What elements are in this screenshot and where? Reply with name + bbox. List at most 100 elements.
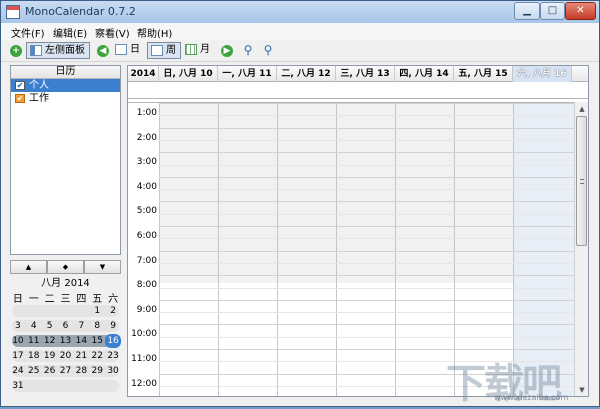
calendar-item-work[interactable]: ✔ 工作 <box>11 92 120 105</box>
menu-view[interactable]: 察看(V) <box>95 25 130 40</box>
weekday-label: 六 <box>108 294 119 305</box>
mini-calendar-day[interactable]: 17 <box>10 349 26 363</box>
zoom-out-icon[interactable]: ⚲ <box>241 43 255 57</box>
mini-calendar-day[interactable]: 15 <box>89 334 105 348</box>
mini-calendar-week: 31 <box>10 379 121 393</box>
mini-calendar-day[interactable]: 16 <box>105 334 121 348</box>
mini-calendar-day[interactable]: 25 <box>26 364 42 378</box>
previous-month-button[interactable]: ▲ <box>10 260 47 274</box>
scroll-up-icon[interactable]: ▲ <box>576 103 588 115</box>
mini-calendar-day[interactable]: 26 <box>42 364 58 378</box>
mini-calendar-day[interactable]: 18 <box>26 349 42 363</box>
mini-calendar-day[interactable]: 20 <box>58 349 74 363</box>
zoom-in-icon[interactable]: ⚲ <box>261 43 275 57</box>
mini-calendar-day[interactable]: 8 <box>89 319 105 333</box>
mini-calendar-week: 3456789 <box>10 319 121 333</box>
mini-calendar-day[interactable]: 7 <box>73 319 89 333</box>
hour-label: 10:00 <box>131 329 157 340</box>
half-hour-gridline <box>159 238 574 240</box>
half-hour-gridline <box>159 164 574 166</box>
mini-calendar-day[interactable]: 12 <box>42 334 58 348</box>
month-view-button[interactable]: 月 <box>182 42 214 59</box>
mini-calendar-day[interactable]: 19 <box>42 349 58 363</box>
close-button[interactable]: ✕ <box>565 2 596 20</box>
previous-arrow-icon[interactable]: ◀ <box>97 45 109 57</box>
panel-icon <box>30 45 42 56</box>
scroll-thumb[interactable] <box>576 116 587 246</box>
hour-gridline <box>159 324 574 326</box>
mini-calendar-day[interactable]: 30 <box>105 364 121 378</box>
menu-edit[interactable]: 编辑(E) <box>53 25 87 40</box>
day-header[interactable]: 二, 八月 12 <box>277 66 336 82</box>
calendar-item-label: 工作 <box>29 93 49 104</box>
mini-calendar-day[interactable]: 9 <box>105 319 121 333</box>
mini-calendar-day[interactable]: 31 <box>10 379 26 393</box>
mini-calendar-week: 24 25 26 27 28 29 30 <box>10 364 121 378</box>
mini-calendar-day[interactable]: 6 <box>58 319 74 333</box>
mini-calendar-day <box>26 304 42 318</box>
half-hour-gridline <box>159 262 574 264</box>
week-view: 2014 日, 八月 10 一, 八月 11 二, 八月 12 三, 八月 13… <box>127 65 589 397</box>
day-header[interactable]: 一, 八月 11 <box>218 66 277 82</box>
mini-calendar-day[interactable]: 23 <box>105 349 121 363</box>
next-month-button[interactable]: ▼ <box>84 260 121 274</box>
mini-calendar-day[interactable]: 1 <box>89 304 105 318</box>
day-view-button[interactable]: 日 <box>112 42 144 59</box>
title-bar[interactable]: MonoCalendar 0.7.2 ▁ □ ✕ <box>1 1 599 23</box>
week-view-button[interactable]: 周 <box>147 42 181 59</box>
mini-calendar-day[interactable]: 28 <box>73 364 89 378</box>
watermark: 下载吧 www.xiazaiba.com <box>446 351 596 407</box>
left-panel-toggle-button[interactable]: 左侧面板 <box>26 42 90 59</box>
day-header-today[interactable]: 六, 八月 16 <box>513 66 572 82</box>
app-window: MonoCalendar 0.7.2 ▁ □ ✕ 文件(F) 编辑(E) 察看(… <box>0 0 600 407</box>
day-header[interactable]: 五, 八月 15 <box>454 66 513 82</box>
mini-calendar-day[interactable]: 14 <box>73 334 89 348</box>
day-header[interactable]: 四, 八月 14 <box>395 66 454 82</box>
toolbar: + 左侧面板 ◀ 日 周 月 ▶ ⚲ ⚲ <box>1 40 599 62</box>
next-arrow-icon[interactable]: ▶ <box>221 45 233 57</box>
mini-calendar-day <box>10 304 26 318</box>
mini-calendar-day <box>73 304 89 318</box>
checkbox-icon[interactable]: ✔ <box>15 81 25 90</box>
calendar-item-label: 个人 <box>29 80 49 91</box>
all-day-row[interactable] <box>128 83 588 99</box>
checkbox-icon[interactable]: ✔ <box>15 94 25 103</box>
calendar-item-personal[interactable]: ✔ 个人 <box>11 79 120 92</box>
month-view-label: 月 <box>200 44 210 55</box>
week-header: 2014 日, 八月 10 一, 八月 11 二, 八月 12 三, 八月 13… <box>128 66 588 82</box>
half-hour-gridline <box>159 189 574 191</box>
mini-calendar-day[interactable]: 21 <box>73 349 89 363</box>
mini-calendar-day[interactable]: 11 <box>26 334 42 348</box>
mini-calendar-day[interactable]: 10 <box>10 334 26 348</box>
mini-calendar-day[interactable]: 24 <box>10 364 26 378</box>
today-button[interactable]: ◆ <box>47 260 84 274</box>
half-hour-gridline <box>159 213 574 215</box>
hour-label: 7:00 <box>136 255 157 266</box>
hour-label: 11:00 <box>131 354 157 364</box>
day-view-label: 日 <box>130 44 140 55</box>
maximize-button[interactable]: □ <box>540 2 565 20</box>
mini-calendar-day[interactable]: 4 <box>26 319 42 333</box>
mini-calendar-day[interactable]: 5 <box>42 319 58 333</box>
hour-label: 9:00 <box>136 304 157 315</box>
minimize-button[interactable]: ▁ <box>514 2 540 20</box>
hour-label: 6:00 <box>136 231 157 241</box>
mini-calendar-week: 17 18 19 20 21 22 23 <box>10 349 121 363</box>
menu-help[interactable]: 帮助(H) <box>137 25 172 40</box>
half-hour-gridline <box>159 115 574 117</box>
hour-gridline <box>159 201 574 203</box>
mini-calendar-day[interactable]: 3 <box>10 319 26 333</box>
add-event-icon[interactable]: + <box>10 45 22 57</box>
hour-label: 2:00 <box>136 132 157 143</box>
weekday-label: 二 <box>44 294 55 305</box>
mini-calendar-day[interactable]: 29 <box>89 364 105 378</box>
mini-calendar-day[interactable]: 13 <box>58 334 74 348</box>
mini-calendar-day[interactable]: 27 <box>58 364 74 378</box>
mini-calendar-day <box>42 304 58 318</box>
day-header[interactable]: 三, 八月 13 <box>336 66 395 82</box>
menu-file[interactable]: 文件(F) <box>11 25 45 40</box>
day-header[interactable]: 日, 八月 10 <box>159 66 218 82</box>
mini-calendar-day[interactable]: 2 <box>105 304 121 318</box>
mini-calendar-weeks: 1 2 3 4 5 6 7 8 9 10 11 12 13 14 15 16 17 18 19 20 21 22 23 24 2… <box>10 304 121 393</box>
mini-calendar-day[interactable]: 22 <box>89 349 105 363</box>
